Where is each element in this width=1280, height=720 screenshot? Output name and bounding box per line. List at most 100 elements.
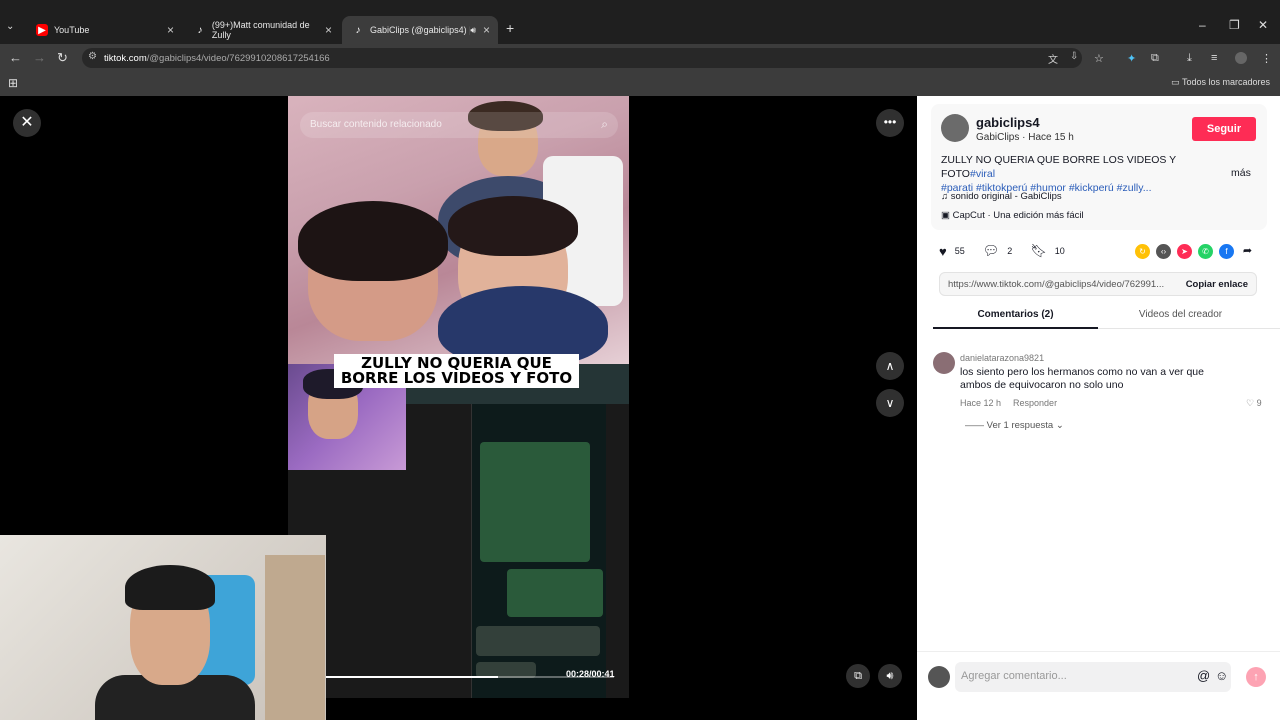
close-tab-icon[interactable]: × (167, 23, 174, 37)
video-description: ZULLY NO QUERIA QUE BORRE LOS VIDEOS Y F… (941, 153, 1231, 195)
sound-link[interactable]: ♫ sonido original - GabiClips (941, 191, 1062, 202)
video-player[interactable]: Buscar contenido relacionado ⌕ ZULLY NO … (288, 96, 629, 698)
bookmark-star-icon[interactable]: ☆ (1094, 52, 1104, 65)
tab-comments[interactable]: Comentarios (2) (933, 305, 1098, 329)
follow-button[interactable]: Seguir (1192, 117, 1256, 141)
capcut-link[interactable]: ▣ CapCut · Una edición más fácil (941, 210, 1084, 221)
download-icon[interactable]: ⤓ (1187, 52, 1192, 65)
site-info-icon[interactable]: ⚙ (88, 51, 97, 62)
share-buttons: ↻ ‹› ➤ ✆ f ➦ (1135, 244, 1261, 259)
creator-username[interactable]: gabiclips4 (976, 115, 1040, 130)
pip-icon[interactable]: ⧉ (846, 664, 870, 688)
menu-icon[interactable]: ⋮ (1261, 52, 1272, 65)
heart-outline-icon: ♡ (1246, 398, 1257, 408)
comment-time: Hace 12 h (960, 398, 1002, 408)
video-info-card: gabiclips4 GabiClips · Hace 15 h Seguir … (931, 104, 1267, 230)
chat-bubble (476, 626, 600, 656)
reply-button[interactable]: Responder (1013, 398, 1057, 408)
address-bar[interactable]: ⚙ tiktok.com/@gabiclips4/video/762991020… (82, 48, 1082, 68)
more-link[interactable]: más (1231, 167, 1251, 179)
view-replies-button[interactable]: —— Ver 1 respuesta ⌄ (965, 420, 1064, 431)
emoji-icon[interactable]: ☺ (1215, 668, 1228, 683)
new-tab-button[interactable]: + (506, 20, 514, 36)
video-time: 00:28/00:41 (566, 669, 615, 679)
bookmarks-bar: ⊞ ▭ Todos los marcadores (0, 72, 1280, 96)
more-options-icon[interactable]: ••• (876, 109, 904, 137)
send-comment-button[interactable]: ↑ (1246, 667, 1266, 687)
avatar[interactable] (941, 114, 969, 142)
add-comment-bar: Agregar comentario... @ ☺ ↑ (917, 651, 1280, 705)
comment-like-button[interactable]: ♡ 9 (1246, 398, 1262, 409)
tab-creator-videos[interactable]: Videos del creador (1098, 305, 1263, 320)
folder-icon: ▭ (1171, 77, 1182, 87)
mention-icon[interactable]: @ (1197, 668, 1210, 683)
avatar[interactable] (933, 352, 955, 374)
translate-icon[interactable]: 文 (1048, 51, 1058, 66)
video-search-placeholder: Buscar contenido relacionado (310, 119, 442, 130)
close-icon[interactable]: ✕ (13, 109, 41, 137)
embed-icon[interactable]: ‹› (1156, 244, 1171, 259)
close-tab-icon[interactable]: × (325, 23, 332, 37)
tab-label: (99+)Matt comunidad de Zully (211, 20, 310, 40)
save-count: 10 (1054, 246, 1065, 256)
video-person (448, 196, 578, 256)
copy-link-button[interactable]: Copiar enlace (1186, 279, 1248, 290)
search-icon[interactable]: ⌕ (601, 117, 608, 132)
share-icon[interactable]: ➦ (1240, 244, 1255, 259)
profile-icon[interactable] (1235, 52, 1247, 64)
youtube-icon: ▶ (36, 24, 48, 36)
streamer-hair (125, 565, 215, 610)
comment-count: 2 (1007, 246, 1013, 256)
webcam-overlay (0, 535, 326, 720)
install-icon[interactable]: ⇩ (1070, 51, 1078, 62)
whatsapp-icon[interactable]: ✆ (1198, 244, 1213, 259)
tab-gabiclips[interactable]: ♪ GabiClips (@gabiclips4) | Ti 🔊︎ × (342, 16, 498, 44)
tiktok-icon: ♪ (197, 24, 203, 36)
video-link-text[interactable]: https://www.tiktok.com/@gabiclips4/video… (948, 279, 1176, 290)
browser-tab-bar: ⌄ ▶ YouTube × ♪ (99+)Matt comunidad de Z… (0, 0, 1280, 44)
back-icon[interactable]: ← (9, 50, 22, 65)
tab-youtube[interactable]: ▶ YouTube × (26, 16, 182, 44)
capcut-icon: ▣ (941, 210, 953, 221)
url-host: tiktok.com (104, 53, 147, 64)
all-bookmarks-button[interactable]: ▭ Todos los marcadores (1171, 77, 1270, 88)
extension-icon[interactable]: ✦ (1127, 52, 1136, 65)
send-icon[interactable]: ➤ (1177, 244, 1192, 259)
bookmarks-label: Todos los marcadores (1181, 77, 1270, 87)
forward-icon[interactable]: → (33, 50, 46, 65)
volume-icon[interactable]: 🔊︎ (878, 664, 902, 688)
close-window-icon[interactable]: ✕ (1258, 18, 1268, 32)
engagement-stats: ♥ 55 💬︎ 2 🔖︎ 10 (939, 243, 1083, 259)
video-search-bar[interactable]: Buscar contenido relacionado ⌕ (300, 112, 618, 138)
speaker-icon[interactable]: 🔊︎ (470, 25, 476, 36)
video-person (298, 201, 448, 281)
creator-subtitle: GabiClips · Hace 15 h (976, 132, 1074, 143)
next-video-button[interactable]: ∨ (876, 389, 904, 417)
comment-input[interactable]: Agregar comentario... @ ☺ (955, 662, 1231, 692)
puzzle-icon[interactable]: ⧉ (1151, 52, 1159, 65)
comment-like-count: 9 (1256, 398, 1262, 408)
capcut-label: CapCut · Una edición más fácil (952, 210, 1084, 221)
avatar (928, 666, 950, 688)
hashtag-link[interactable]: #viral (970, 168, 995, 180)
view-replies-label: Ver 1 respuesta (986, 420, 1054, 431)
tab-search-button[interactable]: ⌄ (6, 21, 14, 32)
comment-icon[interactable]: 💬︎ (983, 243, 1000, 259)
tab-matt-comunidad[interactable]: ♪ (99+)Matt comunidad de Zully × (184, 16, 340, 44)
maximize-icon[interactable]: ❐ (1229, 18, 1240, 32)
apps-icon[interactable]: ⊞ (8, 76, 18, 90)
close-tab-icon[interactable]: × (483, 23, 490, 37)
comment-input-placeholder: Agregar comentario... (961, 670, 1067, 682)
bookmark-icon[interactable]: 🔖︎ (1030, 243, 1047, 259)
previous-video-button[interactable]: ∧ (876, 352, 904, 380)
repost-icon[interactable]: ↻ (1135, 244, 1150, 259)
reload-icon[interactable]: ↻ (57, 50, 68, 66)
media-control-icon[interactable]: ≡ (1211, 52, 1217, 64)
url-path: /@gabiclips4/video/7629910208617254166 (146, 53, 330, 64)
chat-bubble (480, 442, 590, 562)
heart-icon[interactable]: ♥ (939, 244, 947, 259)
video-caption: ZULLY NO QUERIA QUE BORRE LOS VIDEOS Y F… (334, 354, 579, 388)
comment-username[interactable]: danielatarazona9821 (960, 353, 1044, 363)
facebook-icon[interactable]: f (1219, 244, 1234, 259)
minimize-icon[interactable]: – (1199, 18, 1206, 32)
